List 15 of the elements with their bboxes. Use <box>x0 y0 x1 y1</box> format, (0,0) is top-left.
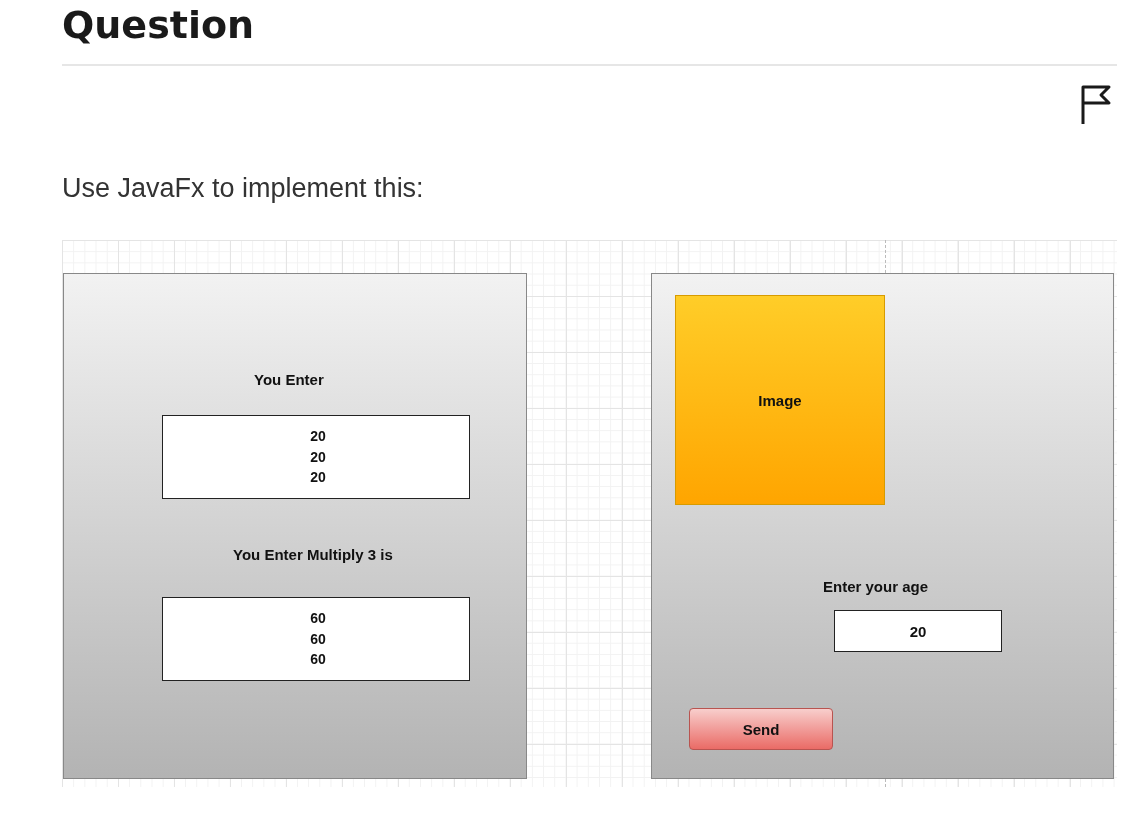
output-line: 60 <box>310 609 326 629</box>
field-label: Enter your age <box>823 578 929 595</box>
question-text: Use JavaFx to implement this: <box>62 172 424 204</box>
output-line: 20 <box>310 447 326 467</box>
field-label: You Enter <box>254 371 324 388</box>
output-line: 20 <box>310 468 326 488</box>
flag-icon[interactable] <box>1080 84 1112 126</box>
output-line: 20 <box>310 427 326 447</box>
page-heading: Question <box>62 2 255 48</box>
send-button[interactable]: Send <box>689 708 833 750</box>
output-line: 60 <box>310 650 326 670</box>
output-line: 60 <box>310 629 326 649</box>
image-label: Image <box>758 392 802 411</box>
field-label: You Enter Multiply 3 is <box>233 546 393 563</box>
age-input-field[interactable]: 20 <box>834 610 1002 652</box>
